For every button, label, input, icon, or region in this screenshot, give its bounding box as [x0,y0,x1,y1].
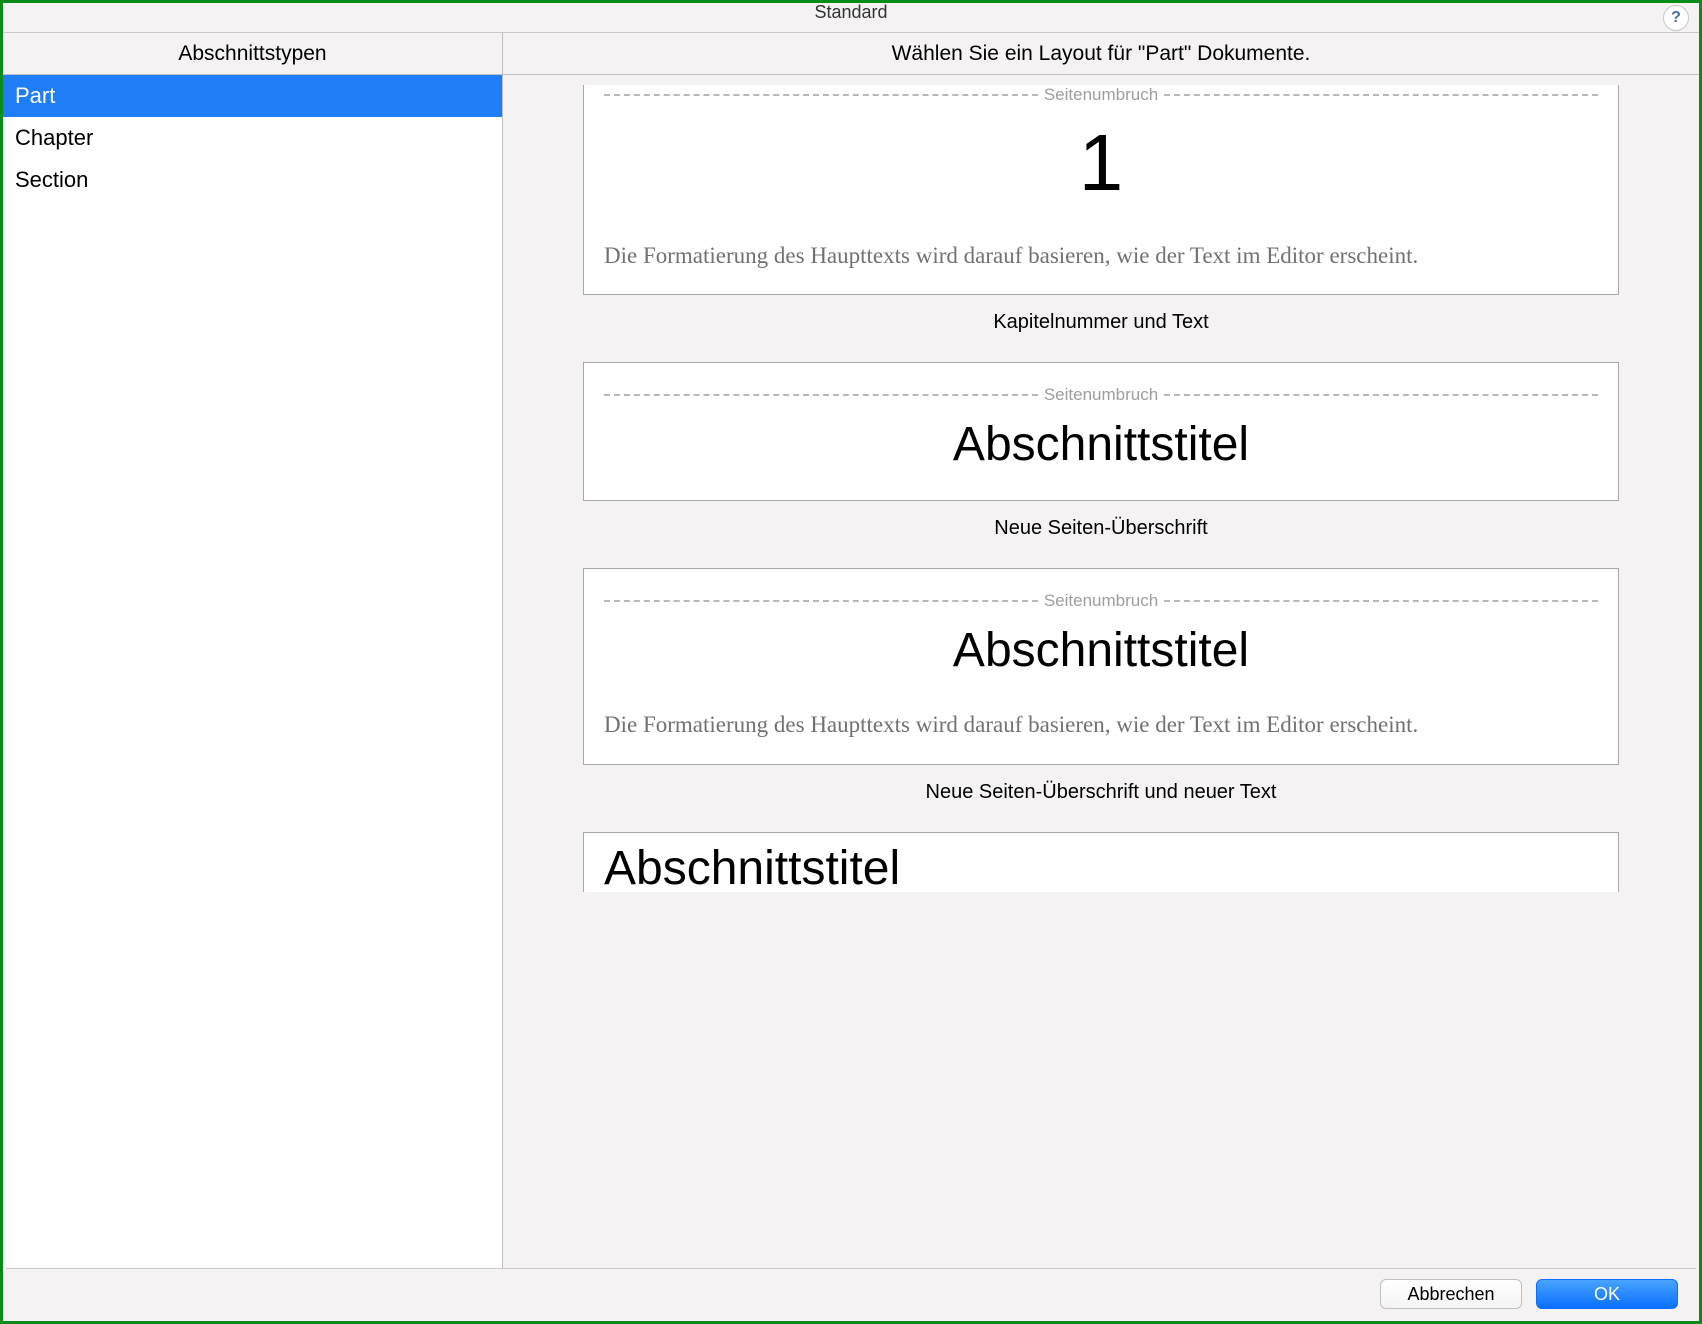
sidebar-item-label: Part [15,83,55,108]
layout-option-partial[interactable]: Abschnittstitel [583,832,1619,892]
ok-button[interactable]: OK [1536,1279,1678,1309]
chapter-number-sample: 1 [604,117,1598,209]
section-title-sample: Abschnittstitel [604,623,1598,678]
layout-caption: Neue Seiten-Überschrift [583,517,1619,540]
layout-caption: Neue Seiten-Überschrift und neuer Text [583,781,1619,804]
help-button[interactable]: ? [1663,5,1689,31]
section-title-sample: Abschnittstitel [604,841,1598,892]
pagebreak-indicator: Seitenumbruch [604,385,1598,405]
layout-chooser[interactable]: Seitenumbruch 1 Die Formatierung des Hau… [503,75,1699,1271]
pagebreak-indicator: Seitenumbruch [604,591,1598,611]
sidebar-item-label: Chapter [15,125,93,150]
content-area: Part Chapter Section Seitenumbruch 1 Die… [3,75,1699,1271]
layout-option-new-page-heading[interactable]: Seitenumbruch Abschnittstitel [583,362,1619,501]
sidebar-item-section[interactable]: Section [3,159,502,201]
column-headers: Abschnittstypen Wählen Sie ein Layout fü… [3,33,1699,75]
window-title: Standard [814,2,887,22]
body-text-sample: Die Formatierung des Haupttexts wird dar… [604,239,1598,272]
sidebar-item-label: Section [15,167,88,192]
sidebar-item-part[interactable]: Part [3,75,502,117]
body-text-sample: Die Formatierung des Haupttexts wird dar… [604,708,1598,741]
layout-caption: Kapitelnummer und Text [583,311,1619,334]
sidebar-header: Abschnittstypen [3,33,503,74]
section-title-sample: Abschnittstitel [604,417,1598,472]
main-header: Wählen Sie ein Layout für "Part" Dokumen… [503,33,1699,74]
pagebreak-indicator: Seitenumbruch [604,85,1598,105]
pagebreak-label: Seitenumbruch [1038,385,1164,405]
cancel-button[interactable]: Abbrechen [1380,1279,1522,1309]
layout-option-chapter-number-and-text[interactable]: Seitenumbruch 1 Die Formatierung des Hau… [583,85,1619,295]
dialog-footer: Abbrechen OK [6,1268,1696,1318]
pagebreak-label: Seitenumbruch [1038,591,1164,611]
pagebreak-label: Seitenumbruch [1038,85,1164,105]
section-types-list: Part Chapter Section [3,75,503,1271]
layout-option-new-page-heading-and-text[interactable]: Seitenumbruch Abschnittstitel Die Format… [583,568,1619,764]
window-titlebar: Standard ? [3,3,1699,33]
sidebar-item-chapter[interactable]: Chapter [3,117,502,159]
